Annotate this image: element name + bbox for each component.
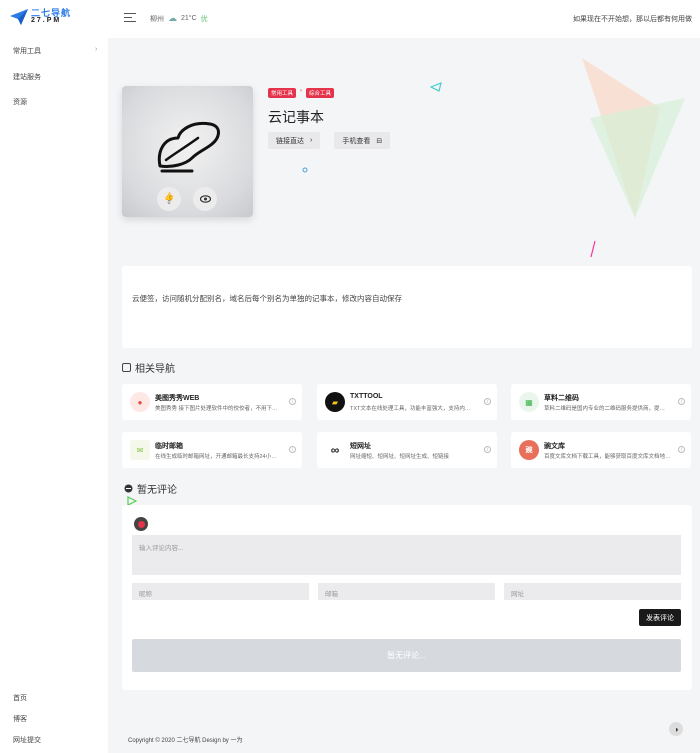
info-icon[interactable]: i <box>289 398 296 405</box>
sidebar-item-label: 博客 <box>13 716 27 723</box>
related-nav-title: 相关导航 <box>135 364 175 375</box>
sidebar-item-build[interactable]: 建站服务 <box>13 72 41 82</box>
nav-card-title: 美图秀秀WEB <box>155 395 200 402</box>
paper-plane-icon <box>10 9 28 25</box>
like-button[interactable]: 👍 0 <box>157 187 181 211</box>
comments-title: 暂无评论 <box>137 485 177 496</box>
nav-card-desc: 美图秀秀 接下图片处理软件中的佼佼者，不用下… <box>155 406 278 412</box>
decorative-circle <box>302 167 308 173</box>
related-nav-card[interactable]: ∞ 短网址 网址缩短、短网址、短网址生成、短链接 i <box>317 432 497 468</box>
app-action-buttons: 链接直达 › 手机查看 ⊟ <box>268 132 391 149</box>
weather-city: 柳州 <box>150 15 164 23</box>
txt-tool-icon: ▰ <box>325 392 345 412</box>
chevron-right-icon: › <box>310 137 313 144</box>
submit-comment-button[interactable]: 发表评论 <box>639 609 681 626</box>
top-bar: 二七导航 27.PM 柳州 ☁ 21°C 优 如果现在不开始想，那以后都有何用做 <box>0 0 700 38</box>
sidebar-item-label: 网址提交 <box>13 737 41 744</box>
empty-comments-notice: 暂无评论... <box>132 639 681 672</box>
tag-icon <box>122 363 131 372</box>
comment-form: 输入评论内容... 昵称 邮箱 网址 发表评论 暂无评论... <box>122 505 692 690</box>
nav-card-desc: 百度文库文档下载工具，能够获取百度文库文档地… <box>544 454 671 460</box>
nav-card-title: 豌文库 <box>544 443 565 450</box>
comment-icon <box>124 484 133 493</box>
decorative-stroke <box>590 240 596 258</box>
view-button[interactable] <box>193 187 217 211</box>
direct-link-label: 链接直达 <box>276 137 304 145</box>
related-nav-card[interactable]: ▦ 草料二维码 草料二维码是国内专业的二维码服务提供商，提… i <box>511 384 691 420</box>
info-icon[interactable]: i <box>484 446 491 453</box>
decorative-triangle <box>430 82 442 92</box>
logo-title: 二七导航 <box>31 8 72 18</box>
link-icon: ∞ <box>325 440 345 460</box>
direct-link-button[interactable]: 链接直达 › <box>268 132 321 149</box>
nav-card-desc: TXT文本在线处理工具，功能丰富强大，支持内… <box>350 406 471 412</box>
qrcode-icon: ▦ <box>519 392 539 412</box>
avatar <box>134 517 148 531</box>
chevron-right-icon: › <box>95 46 98 53</box>
mobile-view-button[interactable]: 手机查看 ⊟ <box>334 132 391 149</box>
related-nav-card[interactable]: ✉ 临时邮箱 在线生成临时邮箱网址，开通邮箱最长支持24小… i <box>122 432 302 468</box>
related-nav-heading: 相关导航 <box>122 360 175 375</box>
mail-icon: ✉ <box>130 440 150 460</box>
tag-general-tools[interactable]: 综合工具 <box>306 88 335 98</box>
sidebar-item-label: 常用工具 <box>13 48 41 55</box>
footer-copyright: Copyright © 2020 二七导航 Design by 一为 <box>128 738 243 744</box>
related-nav-card[interactable]: ● 美图秀秀WEB 美图秀秀 接下图片处理软件中的佼佼者，不用下… i <box>122 384 302 420</box>
greeting-text: 如果现在不开始想，那以后都有何用做 <box>573 16 692 23</box>
sidebar-item-label: 首页 <box>13 695 27 702</box>
description-card: 云便签，访问随机分配别名，域名后每个别名为单独的记事本，修改内容自动保存 <box>122 266 692 348</box>
logo-domain: 27.PM <box>31 17 62 24</box>
tag-list: 常用工具 › 综合工具 <box>268 88 335 98</box>
website-field[interactable]: 网址 <box>504 583 681 600</box>
cloud-icon: ☁ <box>168 13 177 23</box>
app-icon-card: 👍 0 <box>122 86 253 217</box>
camera-icon: ● <box>130 392 150 412</box>
info-icon[interactable]: i <box>678 446 685 453</box>
eye-icon <box>199 195 211 203</box>
site-logo[interactable]: 二七导航 27.PM <box>10 9 71 25</box>
sidebar-item-home[interactable]: 首页 <box>13 693 27 703</box>
info-icon[interactable]: i <box>678 398 685 405</box>
nav-card-desc: 在线生成临时邮箱网址，开通邮箱最长支持24小… <box>155 454 277 460</box>
decorative-triangles <box>582 58 685 218</box>
tag-common-tools[interactable]: 常用工具 <box>268 88 297 98</box>
sidebar: 常用工具 › 建站服务 资源 首页 博客 网址提交 <box>0 38 108 753</box>
weather-temp: 21°C <box>181 15 197 22</box>
weather-widget: 柳州 ☁ 21°C 优 <box>150 13 208 24</box>
quill-icon <box>157 121 220 173</box>
like-count: 0 <box>167 200 171 206</box>
nav-card-title: 临时邮箱 <box>155 443 183 450</box>
email-field[interactable]: 邮箱 <box>318 583 495 600</box>
sidebar-item-tools[interactable]: 常用工具 › <box>13 46 97 56</box>
info-icon[interactable]: i <box>289 446 296 453</box>
sidebar-item-resources[interactable]: 资源 <box>13 97 27 107</box>
nav-card-title: 短网址 <box>350 443 371 450</box>
sidebar-item-submit-site[interactable]: 网址提交 <box>13 735 41 745</box>
nav-card-desc: 草料二维码是国内专业的二维码服务提供商，提… <box>544 406 666 412</box>
mobile-view-label: 手机查看 <box>342 137 371 145</box>
sidebar-item-label: 建站服务 <box>13 74 41 81</box>
comments-heading: 暂无评论 <box>124 481 177 496</box>
description-text: 云便签，访问随机分配别名，域名后每个别名为单独的记事本，修改内容自动保存 <box>132 294 402 303</box>
qrcode-icon: ⊟ <box>376 137 383 145</box>
info-icon[interactable]: i <box>484 398 491 405</box>
related-nav-card[interactable]: ▰ TXTTOOL TXT文本在线处理工具，功能丰富强大，支持内… i <box>317 384 497 420</box>
nav-card-desc: 网址缩短、短网址、短网址生成、短链接 <box>350 454 450 460</box>
comment-textarea[interactable]: 输入评论内容... <box>132 535 681 575</box>
doc-library-icon: 豌 <box>519 440 539 460</box>
tag-separator: › <box>300 88 303 94</box>
related-nav-card[interactable]: 豌 豌文库 百度文库文档下载工具，能够获取百度文库文档地… i <box>511 432 691 468</box>
name-field[interactable]: 昵称 <box>132 583 309 600</box>
dark-mode-toggle-icon[interactable]: ◑ <box>669 722 683 736</box>
app-title: 云记事本 <box>268 109 324 125</box>
sidebar-item-blog[interactable]: 博客 <box>13 714 27 724</box>
weather-aqi: 优 <box>200 15 208 23</box>
nav-card-title: 草料二维码 <box>544 395 579 402</box>
menu-toggle-button[interactable] <box>124 13 136 23</box>
sidebar-item-label: 资源 <box>13 99 27 106</box>
nav-card-title: TXTTOOL <box>350 393 383 400</box>
